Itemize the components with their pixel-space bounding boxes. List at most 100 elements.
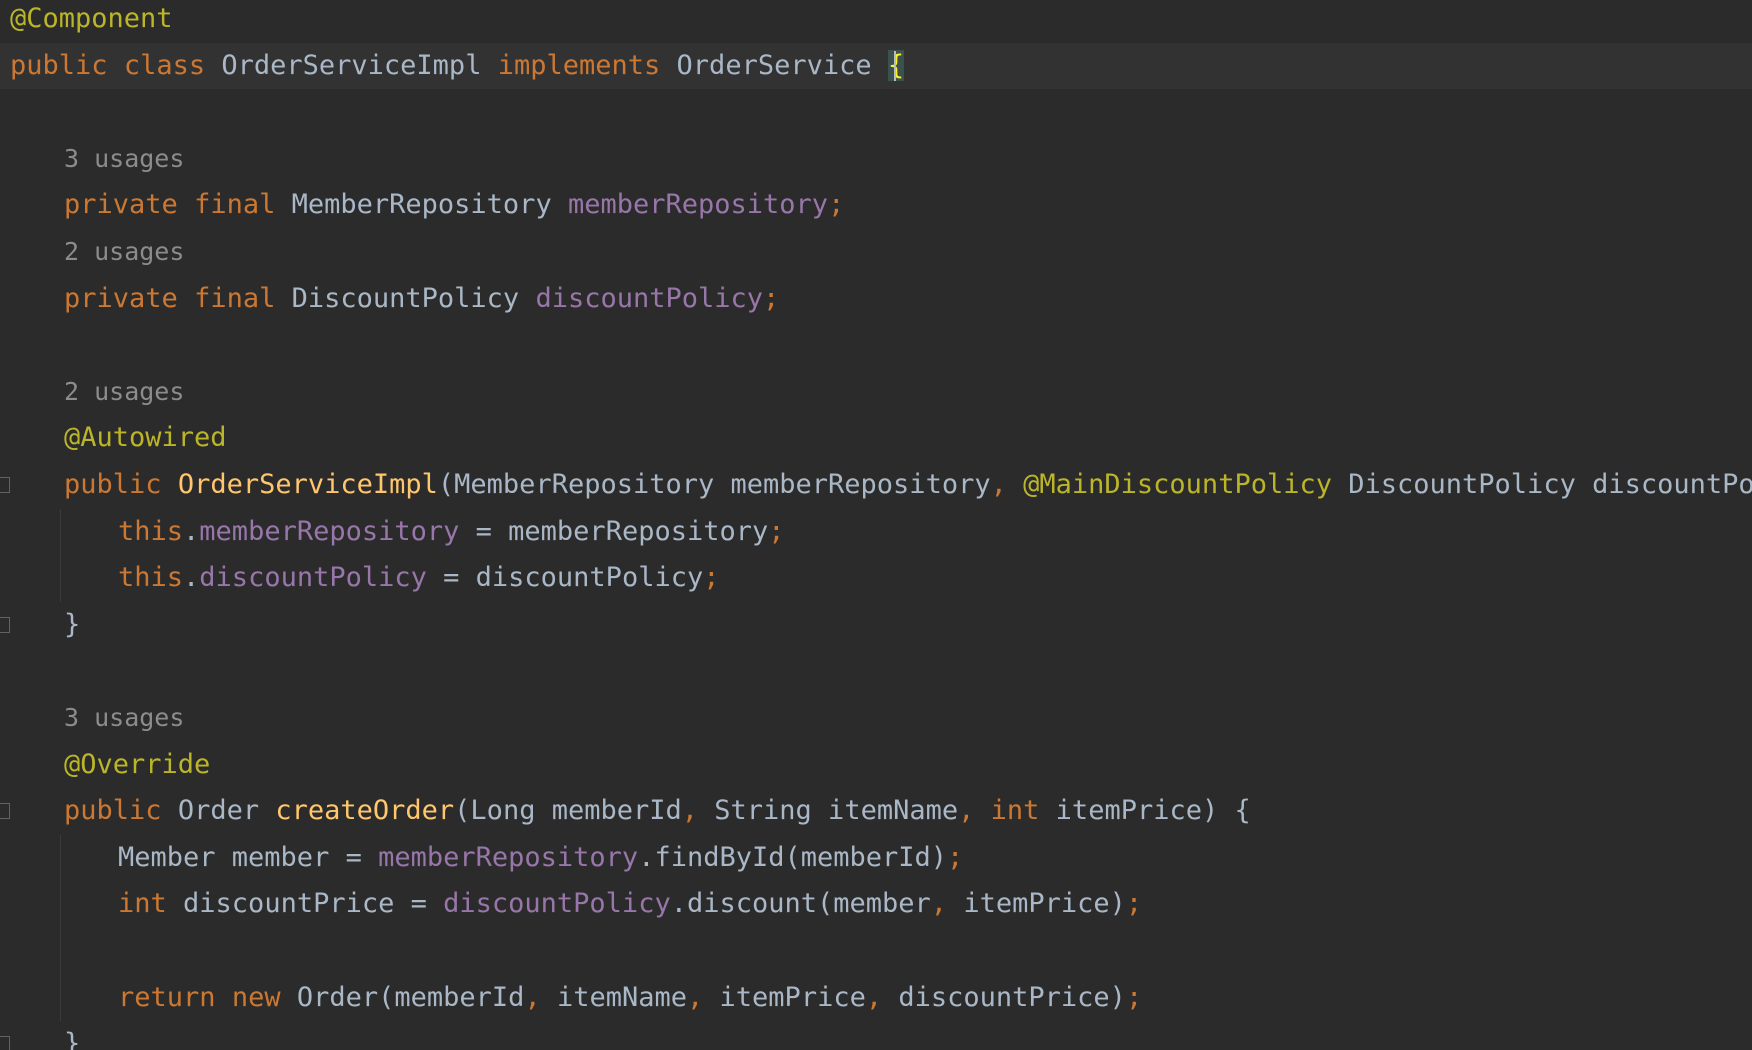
indent-guide bbox=[60, 834, 61, 1022]
code-token: this bbox=[118, 562, 184, 594]
code-token: discountPrice) bbox=[882, 981, 1126, 1013]
code-token: ; bbox=[768, 515, 785, 547]
code-token: } bbox=[64, 608, 81, 640]
fold-icon[interactable] bbox=[0, 803, 10, 820]
code-token: ; bbox=[763, 282, 780, 314]
code-token: memberRepository bbox=[378, 841, 639, 873]
code-token: final bbox=[194, 282, 276, 314]
code-line[interactable]: Member member = memberRepository.findByI… bbox=[0, 835, 1752, 882]
code-token: discountPolicy bbox=[443, 888, 671, 920]
code-line[interactable]: public class OrderServiceImpl implements… bbox=[0, 42, 1752, 90]
code-line-content: @Component bbox=[10, 0, 173, 43]
code-token: public bbox=[64, 469, 162, 500]
code-token: Member member = bbox=[118, 841, 379, 873]
code-line[interactable]: public Order createOrder(Long memberId, … bbox=[0, 788, 1752, 835]
code-token: ; bbox=[1125, 888, 1143, 920]
code-token: discountPrice = bbox=[166, 888, 444, 920]
code-token: , bbox=[930, 888, 948, 920]
code-token: } bbox=[64, 1028, 81, 1050]
code-line[interactable] bbox=[0, 648, 1752, 695]
indent-guide bbox=[60, 508, 61, 602]
code-token: itemPrice) { bbox=[1039, 795, 1251, 827]
code-line[interactable] bbox=[0, 322, 1752, 369]
code-line[interactable]: private final DiscountPolicy discountPol… bbox=[0, 276, 1752, 323]
code-token: @Override bbox=[64, 748, 211, 780]
code-line[interactable]: int discountPrice = discountPolicy.disco… bbox=[0, 881, 1752, 928]
code-token: , bbox=[687, 981, 704, 1013]
code-line[interactable]: private final MemberRepository memberRep… bbox=[0, 182, 1752, 229]
code-line-content: int discountPrice = discountPolicy.disco… bbox=[118, 881, 1142, 928]
code-line[interactable]: @Component bbox=[0, 0, 1752, 43]
code-line-content: 2 usages bbox=[64, 229, 184, 276]
code-line[interactable] bbox=[0, 89, 1752, 136]
code-token: ; bbox=[947, 841, 964, 873]
code-line[interactable]: } bbox=[0, 602, 1752, 649]
code-line[interactable]: public OrderServiceImpl(MemberRepository… bbox=[0, 462, 1752, 509]
code-line-content: } bbox=[64, 602, 80, 649]
code-token: @Component bbox=[10, 3, 173, 34]
code-line[interactable]: this.memberRepository = memberRepository… bbox=[0, 509, 1752, 556]
code-token: discountPolicy bbox=[535, 282, 764, 314]
code-line[interactable]: @Autowired bbox=[0, 415, 1752, 462]
code-line[interactable]: 2 usages bbox=[0, 369, 1752, 416]
code-line-content: Member member = memberRepository.findByI… bbox=[118, 835, 963, 882]
code-token: final bbox=[194, 189, 276, 221]
code-token: .discount(member bbox=[670, 888, 931, 920]
code-line-content: 3 usages bbox=[64, 136, 184, 183]
code-token: @MainDiscountPolicy bbox=[1023, 469, 1332, 500]
fold-icon[interactable] bbox=[0, 1036, 10, 1050]
code-line-content: private final MemberRepository memberRep… bbox=[64, 182, 844, 229]
code-token: private bbox=[64, 189, 178, 221]
code-line-content: public OrderServiceImpl(MemberRepository… bbox=[64, 462, 1752, 509]
code-token: , bbox=[958, 795, 975, 827]
code-token: memberRepository bbox=[567, 189, 829, 221]
code-token: MemberRepository bbox=[291, 189, 552, 221]
code-token: implements bbox=[497, 49, 661, 81]
code-line[interactable]: 3 usages bbox=[0, 136, 1752, 183]
code-line-content: @Autowired bbox=[64, 415, 227, 462]
code-line[interactable]: 2 usages bbox=[0, 229, 1752, 276]
code-line[interactable]: return new Order(memberId, itemName, ite… bbox=[0, 975, 1752, 1022]
usages-hint[interactable]: 3 usages bbox=[64, 703, 184, 732]
code-line[interactable] bbox=[0, 928, 1752, 975]
usages-hint[interactable]: 2 usages bbox=[64, 237, 184, 266]
code-line[interactable]: @Override bbox=[0, 742, 1752, 789]
usages-hint[interactable]: 2 usages bbox=[64, 377, 184, 406]
code-line-content: 3 usages bbox=[64, 695, 184, 742]
code-token: this bbox=[118, 515, 184, 547]
code-token: (Long memberId bbox=[454, 795, 682, 827]
code-token: discountPolicy bbox=[199, 562, 427, 594]
code-token: ; bbox=[828, 189, 845, 221]
code-line-content: return new Order(memberId, itemName, ite… bbox=[118, 975, 1142, 1022]
code-line-content: private final DiscountPolicy discountPol… bbox=[64, 276, 779, 323]
code-line-content: this.discountPolicy = discountPolicy; bbox=[118, 555, 719, 602]
fold-icon[interactable] bbox=[0, 616, 10, 633]
code-line[interactable]: } bbox=[0, 1021, 1752, 1050]
fold-icon[interactable] bbox=[0, 477, 10, 493]
code-token: ; bbox=[703, 562, 720, 594]
code-token: ; bbox=[1125, 981, 1143, 1013]
code-token: (MemberRepository memberRepository bbox=[437, 469, 991, 500]
usages-hint[interactable]: 3 usages bbox=[64, 144, 184, 173]
code-line[interactable]: this.discountPolicy = discountPolicy; bbox=[0, 555, 1752, 602]
code-line-content: @Override bbox=[64, 742, 210, 789]
code-line[interactable]: 3 usages bbox=[0, 695, 1752, 742]
code-token: int bbox=[990, 795, 1040, 827]
code-token: OrderServiceImpl bbox=[177, 469, 438, 500]
code-editor[interactable]: @Component public class OrderServiceImpl … bbox=[0, 0, 1752, 1050]
code-line-content: public class OrderServiceImpl implements… bbox=[10, 43, 905, 90]
code-line-content: this.memberRepository = memberRepository… bbox=[118, 509, 785, 556]
code-token: DiscountPolicy discountPolicy) { bbox=[1348, 469, 1752, 500]
